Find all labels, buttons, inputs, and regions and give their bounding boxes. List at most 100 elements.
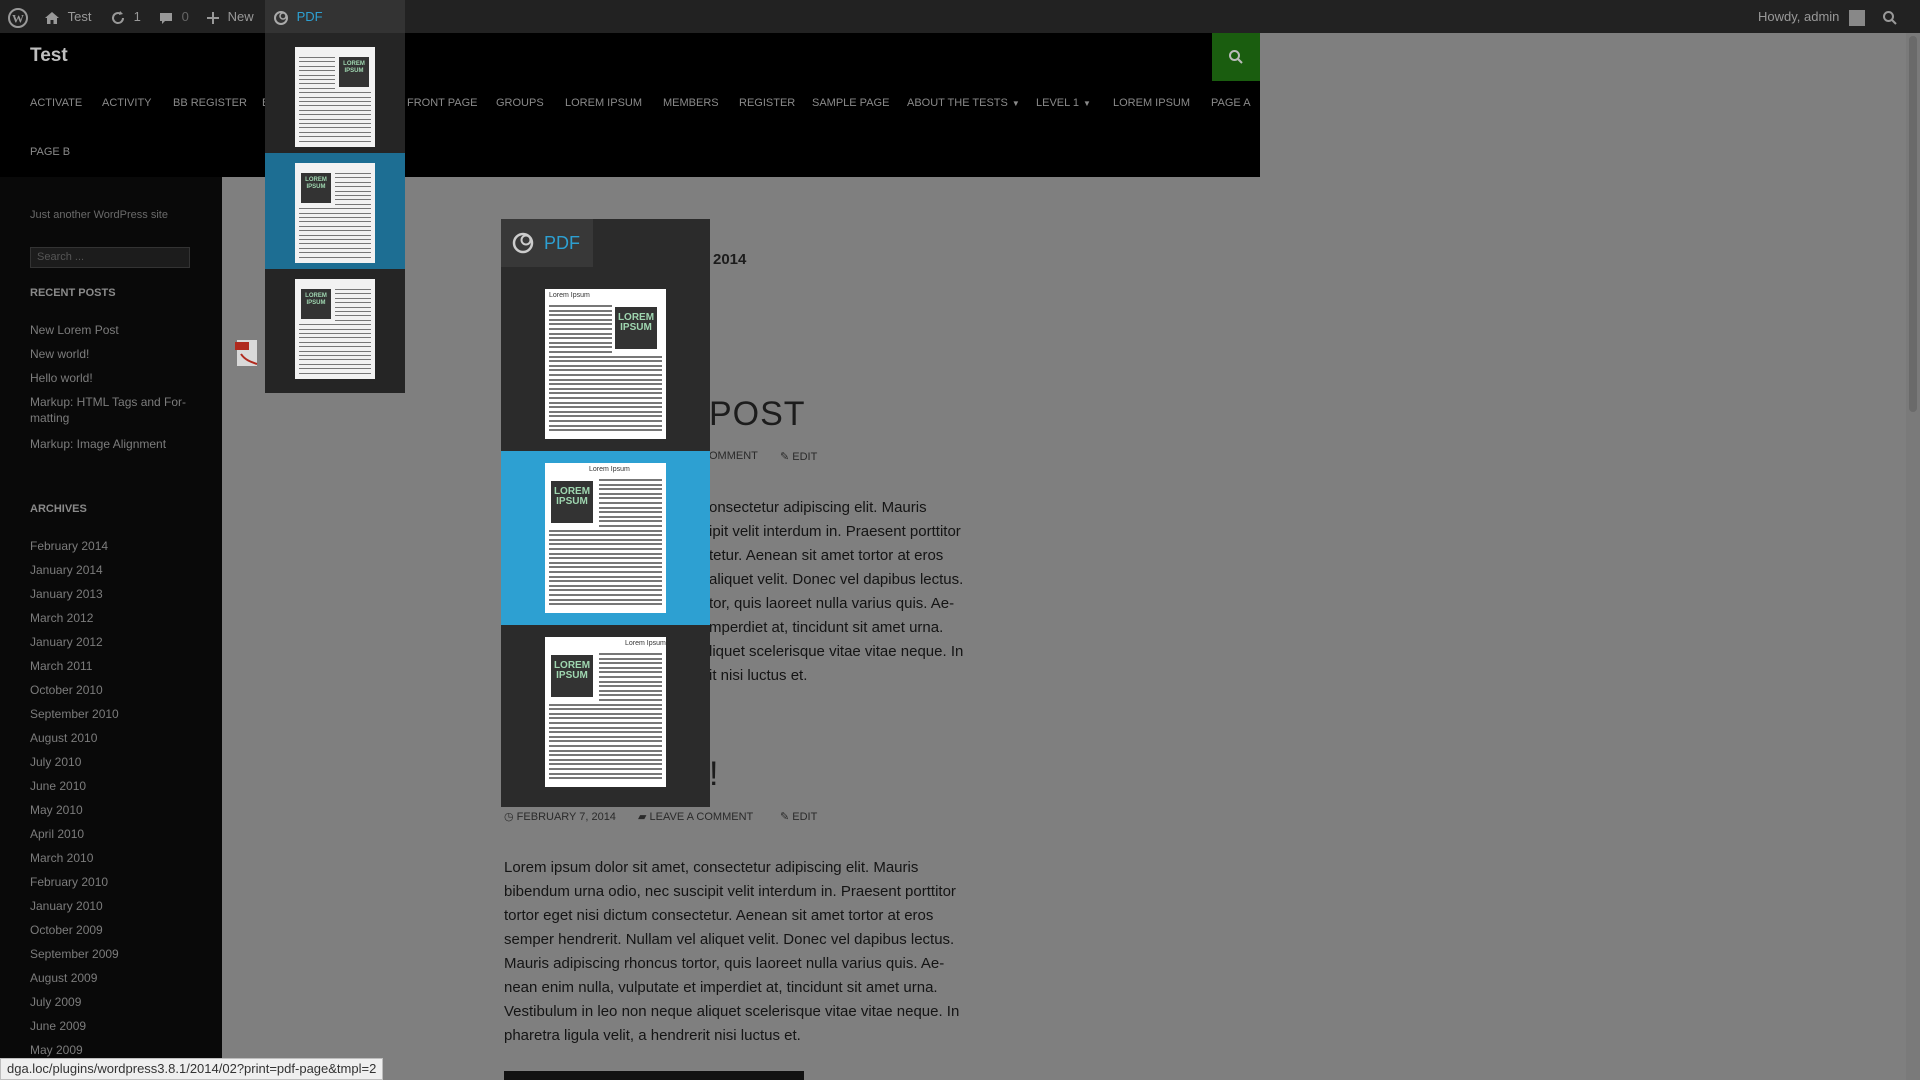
post-title-fragment[interactable]: POST	[709, 395, 806, 434]
nav-item-activity[interactable]: ACTIVITY	[102, 97, 152, 109]
recent-post-link[interactable]: Markup: HTML Tags and For-	[30, 394, 186, 410]
archive-link[interactable]: March 2010	[30, 850, 93, 866]
my-account-link[interactable]: Howdy, admin	[1758, 0, 1866, 33]
archive-link[interactable]: October 2009	[30, 922, 103, 938]
pdf-file-icon[interactable]	[233, 338, 263, 368]
howdy-label: Howdy, admin	[1758, 9, 1840, 24]
pdf-icon	[512, 232, 534, 254]
sidebar-search-input[interactable]: Search ...	[30, 247, 190, 268]
thumb-text-line	[599, 662, 662, 665]
nav-item-bb-register[interactable]: BB REGISTER	[173, 97, 247, 109]
thumb-text-line	[299, 208, 371, 210]
archive-link[interactable]: June 2010	[30, 778, 86, 794]
thumb-text-line	[299, 346, 371, 348]
archive-link[interactable]: July 2009	[30, 994, 81, 1010]
thumb-text-line	[599, 680, 662, 683]
archive-link[interactable]: January 2014	[30, 562, 103, 578]
thumb-text-line	[299, 123, 371, 124]
post-edit-link[interactable]: ✎ EDIT	[780, 450, 817, 463]
archive-link[interactable]: March 2011	[30, 658, 92, 674]
thumb-text-line	[299, 212, 371, 214]
thumb-text-line	[599, 492, 662, 495]
archive-link[interactable]: April 2010	[30, 826, 84, 842]
archive-link[interactable]: August 2009	[30, 970, 97, 986]
archive-link[interactable]: September 2010	[30, 706, 119, 722]
thumb-text-line	[599, 699, 662, 701]
recent-post-link[interactable]: New Lorem Post	[30, 322, 119, 338]
admin-search-icon[interactable]	[1882, 0, 1898, 33]
pdf-template-1-preview[interactable]: Lorem Ipsum LOREM IPSUM	[545, 289, 666, 439]
pdf-template-3-thumb[interactable]: LOREM IPSUM	[295, 279, 375, 379]
archive-link[interactable]: May 2010	[30, 802, 83, 818]
archive-link[interactable]: January 2010	[30, 898, 103, 914]
nav-item-level-1[interactable]: LEVEL 1 ▼	[1036, 97, 1091, 109]
thumb-text-line	[335, 306, 371, 308]
thumb-text-line	[599, 657, 662, 660]
lorem-art: LOREM IPSUM	[551, 481, 593, 523]
thumb-text-line	[549, 406, 662, 409]
thumb-text-line	[335, 195, 371, 196]
site-name-link[interactable]: Test	[44, 0, 91, 33]
archive-link[interactable]: August 2010	[30, 730, 97, 746]
nav-item-activate[interactable]: ACTIVATE	[30, 97, 82, 109]
recent-post-link[interactable]: Markup: Image Alignment	[30, 436, 166, 452]
scrollbar-thumb[interactable]	[1909, 36, 1917, 412]
archive-link[interactable]: July 2010	[30, 754, 81, 770]
search-icon	[1229, 50, 1243, 64]
thumb-text-line	[549, 575, 662, 578]
post2-title-fragment[interactable]: !	[709, 755, 718, 794]
site-title[interactable]: Test	[30, 45, 68, 67]
excerpt-line: aliquet velit. Donec vel dapibus lectus.	[709, 571, 964, 588]
archive-link[interactable]: February 2010	[30, 874, 108, 890]
thumb-text-line	[299, 140, 371, 142]
pdf-template-2-thumb[interactable]: LOREM IPSUM	[295, 163, 375, 263]
new-content-link[interactable]: New	[206, 0, 254, 33]
nav-item-page-a[interactable]: PAGE A	[1211, 97, 1251, 109]
recent-post-link-cont[interactable]: matting	[30, 410, 69, 426]
excerpt-line: tor, quis laoreet nulla varius quis. Ae-	[709, 595, 955, 612]
thumb-text-line	[549, 341, 612, 344]
nav-item-members[interactable]: MEMBERS	[663, 97, 719, 109]
nav-item-register[interactable]: REGISTER	[739, 97, 795, 109]
search-toggle-button[interactable]	[1212, 33, 1260, 81]
thumb-text-line	[335, 190, 371, 192]
nav-item-groups[interactable]: GROUPS	[496, 97, 544, 109]
archive-link[interactable]: September 2009	[30, 946, 119, 962]
pdf-menu-link[interactable]: PDF	[265, 0, 405, 33]
recent-post-link[interactable]: Hello world!	[30, 370, 93, 386]
nav-item-lorem-ipsum[interactable]: LOREM IPSUM	[565, 97, 642, 109]
post2-comment-link[interactable]: ▰ LEAVE A COMMENT	[638, 810, 753, 823]
nav-item-page-b[interactable]: PAGE B	[30, 146, 70, 158]
thumb-text-line	[549, 754, 662, 757]
archive-link[interactable]: February 2014	[30, 538, 108, 554]
admin-bar: W Test 1 0 New PDF Howdy, admin	[0, 0, 1920, 33]
recent-post-link[interactable]: New world!	[30, 346, 89, 362]
nav-item-sample-page[interactable]: SAMPLE PAGE	[812, 97, 889, 109]
post-comment-link[interactable]: OMMENT	[709, 450, 758, 462]
wordpress-logo-icon[interactable]: W	[8, 0, 28, 33]
nav-item-about-the-tests[interactable]: ABOUT THE TESTS ▼	[907, 97, 1020, 109]
pdf-template-1-thumb[interactable]: LOREM IPSUM	[295, 47, 375, 147]
thumb-text-line	[549, 580, 662, 583]
archive-link[interactable]: January 2013	[30, 586, 103, 602]
pdf-template-3-preview[interactable]: Lorem Ipsum LOREM IPSUM	[545, 637, 666, 787]
svg-text:W: W	[12, 11, 24, 25]
post2-date-link[interactable]: ◷ FEBRUARY 7, 2014	[504, 810, 616, 823]
thumb-text-line	[549, 397, 662, 399]
updates-link[interactable]: 1	[110, 0, 141, 33]
archive-link[interactable]: October 2010	[30, 682, 103, 698]
thumb-text-line	[549, 749, 662, 752]
archive-link[interactable]: June 2009	[30, 1018, 86, 1034]
pdf-template-2-preview[interactable]: Lorem Ipsum LOREM IPSUM	[545, 463, 666, 613]
pdf-panel-header[interactable]: PDF	[501, 219, 593, 267]
pdf-icon	[274, 10, 288, 25]
nav-item-front-page[interactable]: FRONT PAGE	[407, 97, 478, 109]
archive-link[interactable]: January 2012	[30, 634, 103, 650]
nav-item-lorem-ipsum-2[interactable]: LOREM IPSUM	[1113, 97, 1190, 109]
home-icon	[45, 11, 59, 24]
archive-link[interactable]: May 2009	[30, 1042, 83, 1058]
thumb-text-line	[549, 401, 662, 404]
post2-edit-link[interactable]: ✎ EDIT	[780, 810, 817, 823]
comments-link[interactable]: 0	[158, 0, 189, 33]
archive-link[interactable]: March 2012	[30, 610, 93, 626]
